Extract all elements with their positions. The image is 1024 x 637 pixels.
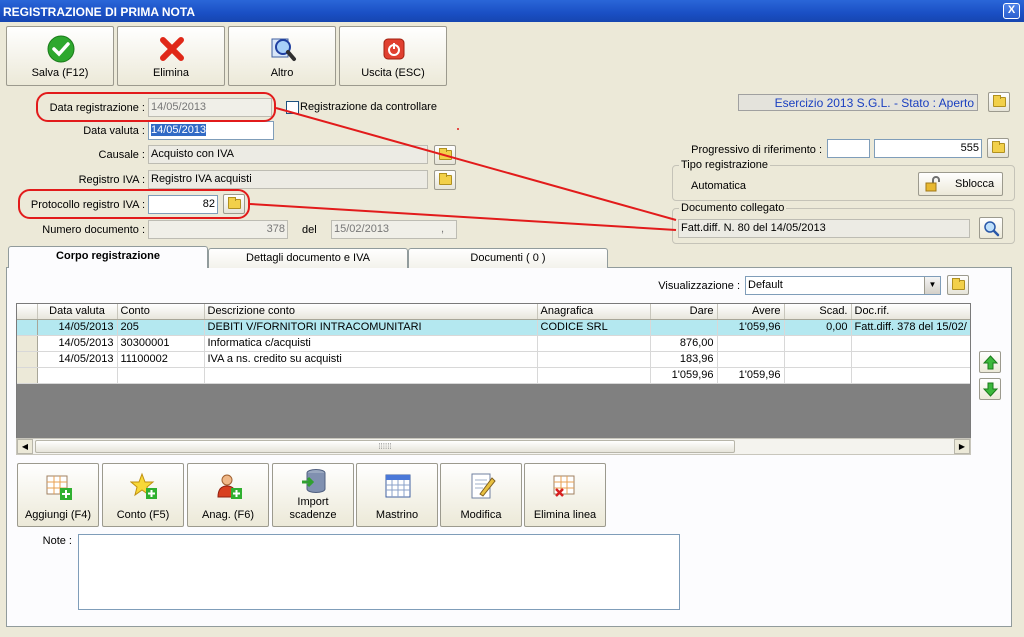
annotation-lines bbox=[249, 107, 677, 231]
tab-corpo-registrazione[interactable]: Corpo registrazione bbox=[8, 246, 208, 268]
